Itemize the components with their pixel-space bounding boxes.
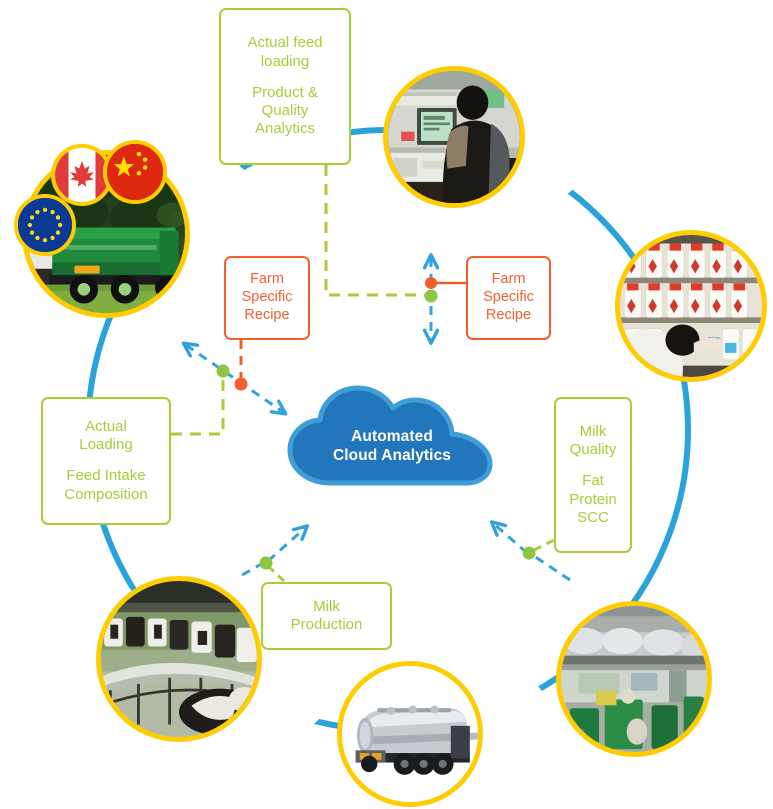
automated-cloud-analytics-node: Automated Cloud Analytics [284,380,500,490]
dairy-plant-photo [561,606,707,752]
node-feed-mill-control-operator [383,66,525,208]
node-rotary-milking-parlour [96,576,262,742]
box-line: Product & [252,83,318,101]
box-farm-specific-recipe-right[interactable]: Farm Specific Recipe [466,256,551,340]
box-line: Quality [569,441,617,459]
box-line: Milk [579,422,607,440]
box-line: Analytics [254,120,316,138]
node-retail-milk-shelf [615,230,767,382]
tanker-truck-photo [342,666,478,802]
milking-parlour-photo [101,581,257,737]
diagram-canvas: Automated Cloud Analytics Actual feed lo… [0,0,773,809]
box-line: Feed Intake [66,467,146,485]
box-line: loading [260,52,310,70]
box-line: Specific [241,289,293,306]
box-line: Protein [569,490,617,508]
box-line: SCC [577,508,609,526]
box-farm-specific-recipe-left[interactable]: Farm Specific Recipe [224,256,310,340]
box-line: Quality [261,102,309,120]
box-line: Fat [582,472,604,490]
box-line: Actual feed [247,34,323,52]
box-milk-quality-fat-protein-scc[interactable]: Milk Quality Fat Protein SCC [554,397,632,553]
cloud-shape [287,385,493,486]
box-line: Production [290,616,363,633]
box-actual-feed-loading[interactable]: Actual feed loading Product & Quality An… [219,8,351,165]
box-milk-production[interactable]: Milk Production [261,582,392,650]
box-line: Specific [483,289,534,306]
box-line: Farm [491,271,526,288]
node-milk-tanker-truck [337,661,483,807]
box-line: Farm [250,271,284,288]
box-line: Actual [85,418,127,436]
box-line: Loading [79,436,133,454]
box-line: Composition [64,485,148,503]
box-line: Milk [313,597,340,615]
node-dairy-processing-plant [556,601,712,757]
supermarket-milk-photo [620,235,762,377]
china-flag-icon [103,140,167,204]
canada-flag-glyph [55,148,109,202]
china-flag-glyph [107,144,163,200]
box-actual-loading-feed-intake[interactable]: Actual Loading Feed Intake Composition [41,397,171,525]
eu-flag-glyph [18,198,72,252]
box-line: Recipe [485,306,532,323]
control-room-photo [388,71,520,203]
eu-flag-icon [14,194,76,256]
box-line: Recipe [244,306,290,323]
